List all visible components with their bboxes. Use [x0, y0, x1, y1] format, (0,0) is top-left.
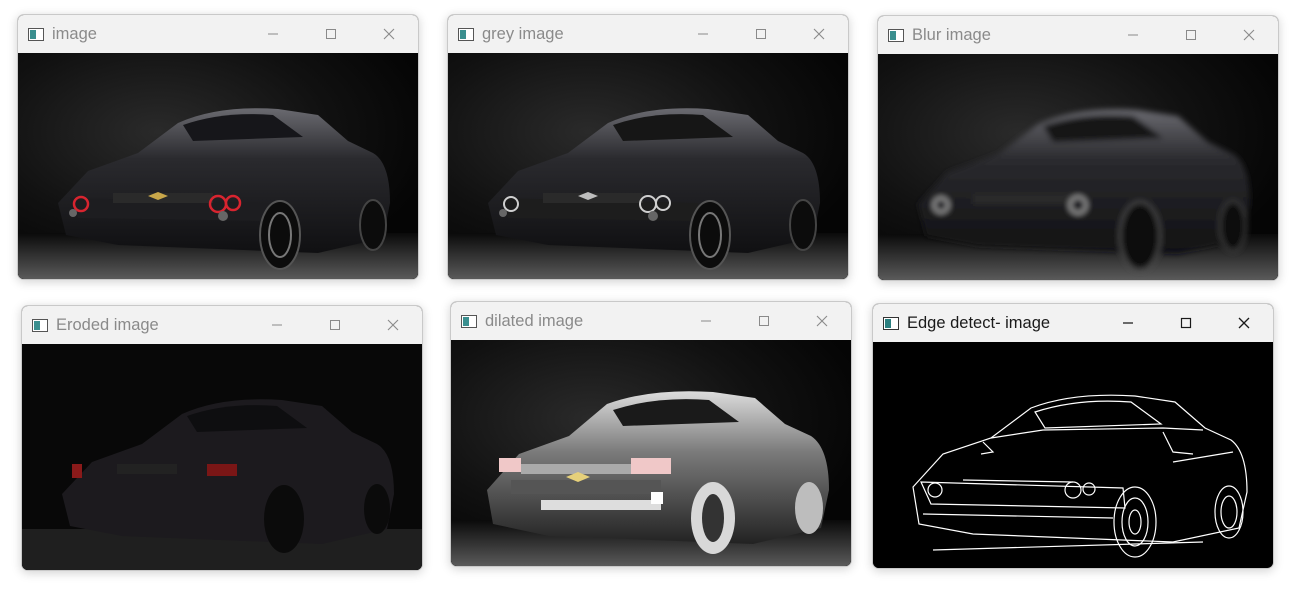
minimize-icon[interactable]: [1104, 16, 1162, 54]
app-icon: [883, 316, 899, 330]
maximize-icon[interactable]: [1157, 304, 1215, 342]
image-content: [873, 342, 1273, 568]
car-photo-blur: [878, 54, 1278, 280]
title-bar[interactable]: Eroded image: [22, 306, 422, 344]
maximize-icon[interactable]: [1162, 16, 1220, 54]
window-eroded-image[interactable]: Eroded image: [21, 305, 423, 571]
minimize-icon[interactable]: [248, 306, 306, 344]
window-edge-detect-image[interactable]: Edge detect- image: [872, 303, 1274, 569]
title-bar[interactable]: grey image: [448, 15, 848, 53]
app-icon: [458, 27, 474, 41]
car-photo-eroded: [22, 344, 422, 570]
car-photo: [18, 53, 418, 279]
window-blur-image[interactable]: Blur image: [877, 15, 1279, 281]
maximize-icon[interactable]: [732, 15, 790, 53]
app-icon: [28, 27, 44, 41]
close-icon[interactable]: [1215, 304, 1273, 342]
window-title: Edge detect- image: [907, 313, 1051, 332]
image-content: [18, 53, 418, 279]
window-title: Blur image: [912, 25, 991, 44]
title-bar[interactable]: image: [18, 15, 418, 53]
car-edge-outline: [912, 394, 1248, 558]
app-icon: [32, 318, 48, 332]
close-icon[interactable]: [793, 302, 851, 340]
title-bar[interactable]: Blur image: [878, 16, 1278, 54]
window-grey-image[interactable]: grey image: [447, 14, 849, 280]
window-title: Eroded image: [56, 315, 159, 334]
app-icon: [888, 28, 904, 42]
window-title: dilated image: [485, 311, 584, 330]
minimize-icon[interactable]: [244, 15, 302, 53]
title-bar[interactable]: Edge detect- image: [873, 304, 1273, 342]
image-content: [451, 340, 851, 566]
window-dilated-image[interactable]: dilated image: [450, 301, 852, 567]
image-content: [878, 54, 1278, 280]
close-icon[interactable]: [360, 15, 418, 53]
image-content: [448, 53, 848, 279]
maximize-icon[interactable]: [735, 302, 793, 340]
window-title: grey image: [482, 24, 564, 43]
car-photo-dilated: [451, 340, 851, 566]
car-photo-grey: [448, 53, 848, 279]
minimize-icon[interactable]: [677, 302, 735, 340]
close-icon[interactable]: [790, 15, 848, 53]
minimize-icon[interactable]: [674, 15, 732, 53]
maximize-icon[interactable]: [302, 15, 360, 53]
maximize-icon[interactable]: [306, 306, 364, 344]
close-icon[interactable]: [1220, 16, 1278, 54]
title-bar[interactable]: dilated image: [451, 302, 851, 340]
window-image[interactable]: image: [17, 14, 419, 280]
window-title: image: [52, 24, 97, 43]
minimize-icon[interactable]: [1099, 304, 1157, 342]
app-icon: [461, 314, 477, 328]
image-content: [22, 344, 422, 570]
close-icon[interactable]: [364, 306, 422, 344]
